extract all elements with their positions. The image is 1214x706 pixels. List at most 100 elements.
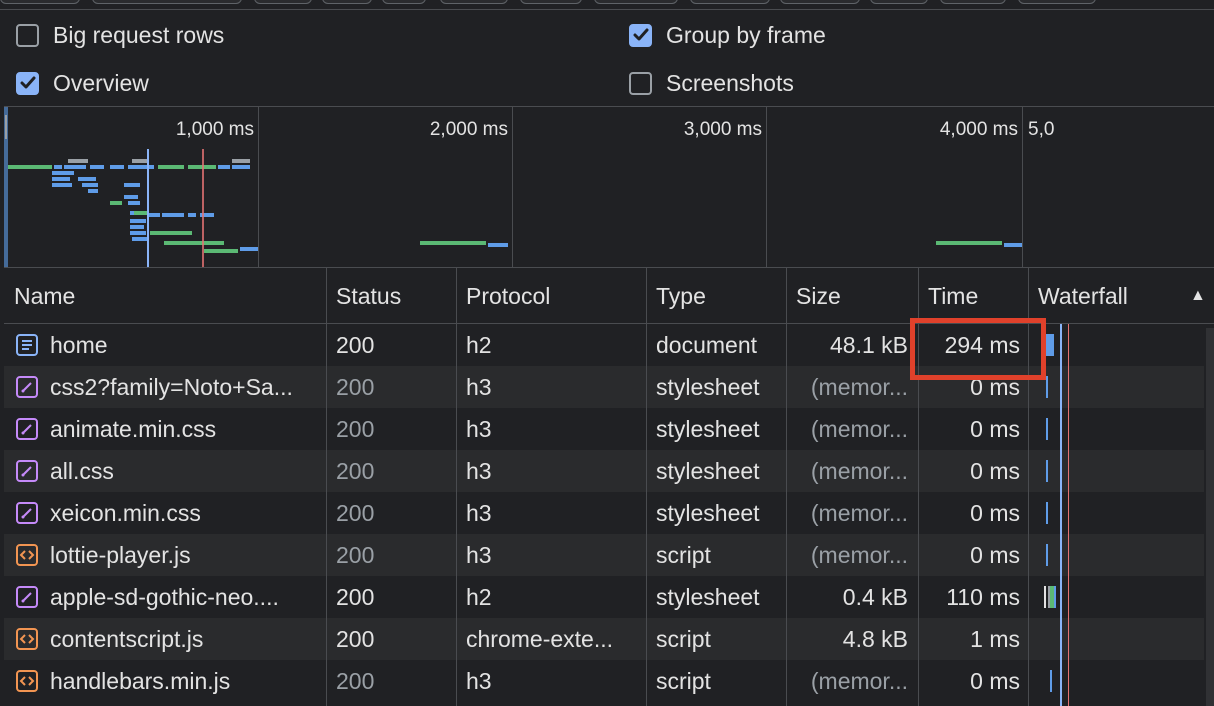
request-status: 200 bbox=[336, 332, 375, 358]
annotation-highlight-box bbox=[910, 318, 1046, 380]
request-size: (memor... bbox=[810, 668, 908, 694]
request-protocol: h3 bbox=[466, 542, 492, 568]
column-divider[interactable] bbox=[646, 268, 647, 706]
waterfall-bar bbox=[1046, 376, 1048, 398]
toolbar-button[interactable] bbox=[520, 0, 582, 4]
stylesheet-icon bbox=[16, 586, 38, 608]
checkbox-unchecked-icon[interactable] bbox=[629, 71, 652, 95]
big-request-rows-option[interactable]: Big request rows bbox=[16, 20, 224, 50]
checkbox-checked-icon[interactable] bbox=[16, 71, 39, 95]
toolbar-button[interactable] bbox=[440, 0, 508, 4]
request-size: (memor... bbox=[810, 374, 908, 400]
column-header-status[interactable]: Status bbox=[326, 268, 456, 324]
toolbar-button[interactable] bbox=[254, 0, 312, 4]
table-row[interactable]: all.css 200 h3 stylesheet (memor... 0 ms bbox=[4, 450, 1204, 492]
screenshots-option[interactable]: Screenshots bbox=[629, 68, 794, 98]
request-status: 200 bbox=[336, 458, 375, 484]
request-status: 200 bbox=[336, 626, 375, 652]
request-type: script bbox=[656, 668, 711, 694]
overview-label: Overview bbox=[53, 69, 149, 96]
request-name: contentscript.js bbox=[50, 626, 204, 652]
waterfall-bar bbox=[1050, 670, 1052, 692]
request-status: 200 bbox=[336, 542, 375, 568]
stylesheet-icon bbox=[16, 418, 38, 440]
toolbar-button[interactable] bbox=[382, 0, 426, 4]
request-status: 200 bbox=[336, 668, 375, 694]
overview-option[interactable]: Overview bbox=[16, 68, 149, 98]
group-by-frame-option[interactable]: Group by frame bbox=[629, 20, 826, 50]
request-size: (memor... bbox=[810, 458, 908, 484]
request-size: (memor... bbox=[810, 500, 908, 526]
checkbox-checked-icon[interactable] bbox=[629, 23, 652, 47]
waterfall-bar bbox=[1046, 418, 1048, 440]
request-type: stylesheet bbox=[656, 374, 760, 400]
request-type: script bbox=[656, 542, 711, 568]
request-status: 200 bbox=[336, 584, 375, 610]
waterfall-bar bbox=[1044, 586, 1046, 608]
toolbar-button[interactable] bbox=[870, 0, 928, 4]
toolbar-button[interactable] bbox=[322, 0, 372, 4]
request-time: 110 ms bbox=[946, 584, 1020, 610]
request-type: stylesheet bbox=[656, 584, 760, 610]
column-header-time[interactable]: Time bbox=[918, 268, 1028, 324]
column-divider[interactable] bbox=[786, 268, 787, 706]
script-icon bbox=[16, 670, 38, 692]
request-status: 200 bbox=[336, 416, 375, 442]
request-protocol: h3 bbox=[466, 416, 492, 442]
sort-ascending-icon[interactable]: ▲ bbox=[1180, 268, 1214, 324]
request-type: stylesheet bbox=[656, 458, 760, 484]
request-protocol: h3 bbox=[466, 374, 492, 400]
table-scrollbar[interactable] bbox=[1206, 328, 1214, 706]
toolbar-button[interactable] bbox=[92, 0, 242, 4]
request-status: 200 bbox=[336, 500, 375, 526]
stylesheet-icon bbox=[16, 460, 38, 482]
request-protocol: h3 bbox=[466, 500, 492, 526]
request-size: (memor... bbox=[810, 542, 908, 568]
screenshots-label: Screenshots bbox=[666, 69, 794, 96]
request-time: 1 ms bbox=[970, 626, 1020, 652]
table-row[interactable]: animate.min.css 200 h3 stylesheet (memor... 0… bbox=[4, 408, 1204, 450]
column-header-protocol[interactable]: Protocol bbox=[456, 268, 646, 324]
column-header-size[interactable]: Size bbox=[786, 268, 918, 324]
checkbox-unchecked-icon[interactable] bbox=[16, 23, 39, 47]
toolbar-button[interactable] bbox=[690, 0, 770, 4]
request-size: (memor... bbox=[810, 416, 908, 442]
column-header-type[interactable]: Type bbox=[646, 268, 786, 324]
request-time: 0 ms bbox=[970, 542, 1020, 568]
request-size: 0.4 kB bbox=[842, 584, 908, 610]
column-divider[interactable] bbox=[456, 268, 457, 706]
request-name: animate.min.css bbox=[50, 416, 217, 442]
column-header-name[interactable]: Name bbox=[4, 268, 326, 324]
column-header-waterfall[interactable]: Waterfall bbox=[1028, 268, 1188, 324]
table-row[interactable]: apple-sd-gothic-neo.... 200 h2 stylesheet 0.… bbox=[4, 576, 1204, 618]
request-protocol: chrome-exte... bbox=[466, 626, 613, 652]
request-type: stylesheet bbox=[656, 416, 760, 442]
toolbar-button[interactable] bbox=[1018, 0, 1096, 4]
table-row[interactable]: handlebars.min.js 200 h3 script (memor... 0 m… bbox=[4, 660, 1204, 702]
waterfall-dom-content-loaded-line bbox=[1060, 324, 1062, 706]
stylesheet-icon bbox=[16, 502, 38, 524]
toolbar-button[interactable] bbox=[594, 0, 678, 4]
waterfall-bar bbox=[1046, 460, 1048, 482]
request-name: xeicon.min.css bbox=[50, 500, 201, 526]
group-by-frame-label: Group by frame bbox=[666, 21, 826, 48]
toolbar-button[interactable] bbox=[780, 0, 860, 4]
column-divider[interactable] bbox=[326, 268, 327, 706]
request-name: all.css bbox=[50, 458, 114, 484]
waterfall-load-line bbox=[1068, 324, 1069, 706]
table-row[interactable]: contentscript.js 200 chrome-exte... script 4… bbox=[4, 618, 1204, 660]
request-type: document bbox=[656, 332, 758, 358]
waterfall-bar bbox=[1046, 544, 1048, 566]
request-time: 0 ms bbox=[970, 500, 1020, 526]
toolbar-button[interactable] bbox=[0, 0, 80, 4]
request-name: apple-sd-gothic-neo.... bbox=[50, 584, 279, 610]
table-row[interactable]: lottie-player.js 200 h3 script (memor... 0 ms bbox=[4, 534, 1204, 576]
table-row[interactable]: xeicon.min.css 200 h3 stylesheet (memor... 0 … bbox=[4, 492, 1204, 534]
big-request-rows-label: Big request rows bbox=[53, 21, 225, 48]
network-overview[interactable]: 1,000 ms 2,000 ms 3,000 ms 4,000 ms 5,0 bbox=[4, 106, 1214, 268]
toolbar-button[interactable] bbox=[940, 0, 1006, 4]
request-name: lottie-player.js bbox=[50, 542, 191, 568]
request-name: css2?family=Noto+Sa... bbox=[50, 374, 293, 400]
request-status: 200 bbox=[336, 374, 375, 400]
request-type: script bbox=[656, 626, 711, 652]
